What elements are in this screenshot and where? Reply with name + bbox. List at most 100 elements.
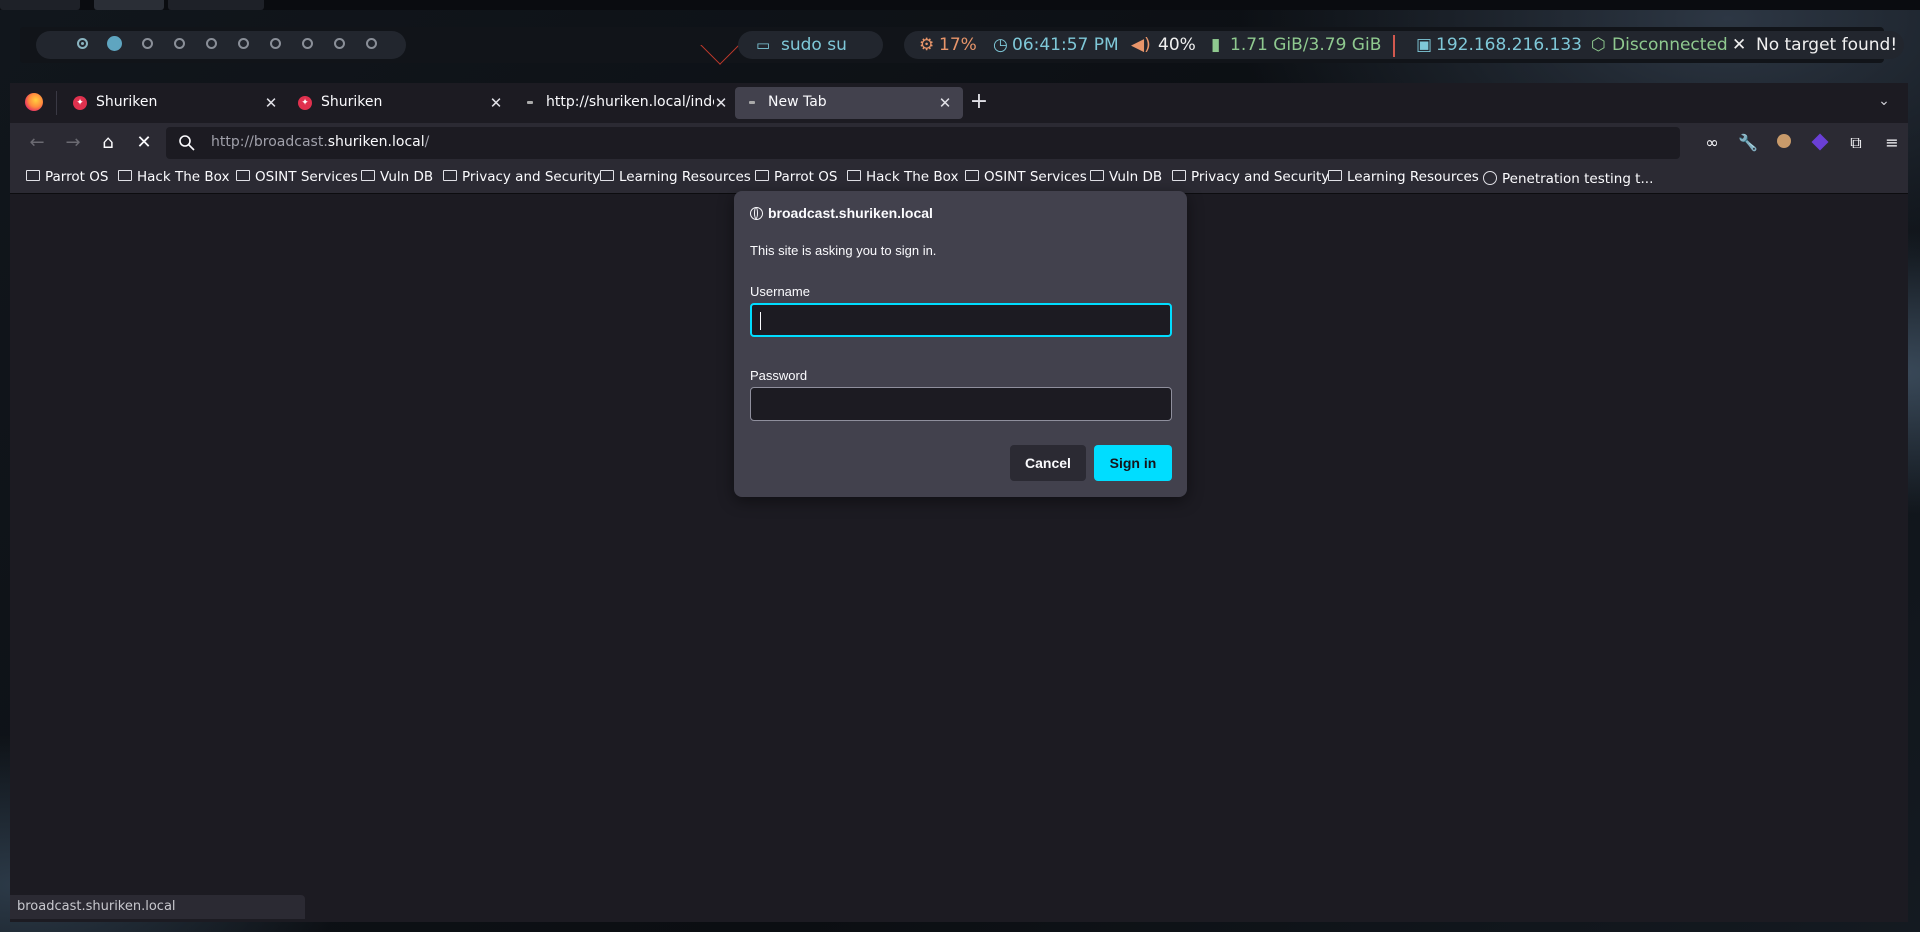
- workspace-1[interactable]: [77, 38, 88, 49]
- workspace-2[interactable]: [107, 36, 122, 51]
- wrench-icon[interactable]: 🔧: [1738, 133, 1758, 153]
- folder-icon: [600, 170, 614, 181]
- firefox-icon[interactable]: [25, 93, 43, 111]
- clock-time: 06:41:57 PM: [1012, 35, 1119, 55]
- tab-label: Shuriken: [321, 94, 383, 110]
- bookmark-folder[interactable]: Hack The Box: [118, 169, 229, 185]
- sign-in-button[interactable]: Sign in: [1094, 445, 1172, 481]
- tab-bar: ✦ Shuriken ✕ ✦ Shuriken ✕ http://shurike…: [10, 83, 1908, 123]
- window-title-tab[interactable]: [0, 0, 80, 10]
- tab-shuriken-2[interactable]: ✦ Shuriken ✕: [288, 87, 512, 119]
- folder-icon: [965, 170, 979, 181]
- close-tab-icon[interactable]: ✕: [935, 93, 955, 113]
- workspace-8[interactable]: [302, 38, 313, 49]
- parrot-logo-icon: [700, 25, 740, 65]
- workspace-7[interactable]: [270, 38, 281, 49]
- bookmark-folder[interactable]: Learning Resources: [1328, 169, 1479, 185]
- window-title-tab[interactable]: [168, 0, 264, 10]
- http-auth-dialog: broadcast.shuriken.local This site is as…: [734, 191, 1187, 497]
- bookmark-folder[interactable]: Privacy and Security: [1172, 169, 1329, 185]
- bookmark-link[interactable]: Penetration testing t...: [1483, 169, 1653, 187]
- window-title-strip: [0, 0, 1920, 10]
- workspace-3[interactable]: [142, 38, 153, 49]
- forward-button[interactable]: →: [61, 131, 85, 155]
- command-module[interactable]: ▭ sudo su: [738, 31, 883, 59]
- navigation-toolbar: ← → ⌂ ✕ http://broadcast.shuriken.local/…: [10, 123, 1908, 163]
- bookmark-label: Learning Resources: [619, 169, 751, 185]
- bookmark-label: OSINT Services: [984, 169, 1087, 185]
- globe-icon: [1483, 171, 1497, 185]
- list-tabs-chevron-icon[interactable]: ⌄: [1874, 93, 1894, 111]
- new-tab-button[interactable]: +: [968, 91, 990, 113]
- text-caret: [760, 312, 761, 330]
- target-status: No target found!: [1756, 35, 1898, 55]
- bookmarks-toolbar: Parrot OS Hack The Box OSINT Services Vu…: [10, 163, 1908, 194]
- bookmark-label: Privacy and Security: [1191, 169, 1330, 185]
- search-icon: [179, 135, 195, 151]
- url-text[interactable]: http://broadcast.shuriken.local/: [211, 134, 429, 150]
- bookmark-label: Hack The Box: [137, 169, 230, 185]
- workspace-6[interactable]: [238, 38, 249, 49]
- folder-icon: [26, 170, 40, 181]
- bookmark-folder[interactable]: Vuln DB: [1090, 169, 1162, 185]
- bookmark-folder[interactable]: OSINT Services: [236, 169, 358, 185]
- folder-icon: [361, 170, 375, 181]
- command-text: sudo su: [781, 35, 847, 55]
- close-tab-icon[interactable]: ✕: [486, 93, 506, 113]
- bookmark-folder[interactable]: Privacy and Security: [443, 169, 600, 185]
- folder-icon: [1090, 170, 1104, 181]
- stop-loading-button[interactable]: ✕: [132, 131, 156, 155]
- bookmark-label: OSINT Services: [255, 169, 358, 185]
- system-info-group: ⚙ 17% ◷ 06:41:57 PM ◀) 40% ▮ 1.71 GiB/3.…: [883, 31, 1904, 59]
- private-mask-icon[interactable]: ∞: [1702, 133, 1722, 153]
- url-prefix: http://broadcast.: [211, 134, 328, 150]
- extensions-icon[interactable]: ⧉: [1846, 133, 1866, 153]
- close-tab-icon[interactable]: ✕: [711, 93, 731, 113]
- workspace-4[interactable]: [174, 38, 185, 49]
- separator: [1393, 35, 1395, 57]
- bookmark-label: Parrot OS: [774, 169, 838, 185]
- back-button[interactable]: ←: [25, 131, 49, 155]
- tab-shuriken-1[interactable]: ✦ Shuriken ✕: [63, 87, 287, 119]
- loading-icon: [749, 101, 755, 104]
- bookmark-label: Vuln DB: [380, 169, 434, 185]
- workspace-9[interactable]: [334, 38, 345, 49]
- shuriken-icon: ✦: [298, 96, 312, 110]
- loading-icon: [527, 101, 533, 104]
- wappalyzer-icon[interactable]: [1810, 133, 1830, 153]
- username-field[interactable]: [750, 303, 1172, 337]
- close-tab-icon[interactable]: ✕: [261, 93, 281, 113]
- folder-icon: [118, 170, 132, 181]
- bookmark-folder[interactable]: Learning Resources: [600, 169, 751, 185]
- ip-address: 192.168.216.133: [1436, 35, 1583, 55]
- workspace-10[interactable]: [366, 38, 377, 49]
- bookmark-folder[interactable]: OSINT Services: [965, 169, 1087, 185]
- folder-icon: [1328, 170, 1342, 181]
- url-host: shuriken.local: [327, 134, 425, 150]
- tab-new-tab[interactable]: New Tab ✕: [735, 87, 963, 119]
- tab-shuriken-index[interactable]: http://shuriken.local/index ✕: [513, 87, 737, 119]
- tab-label: Shuriken: [96, 94, 158, 110]
- window-title-tab[interactable]: [94, 0, 164, 10]
- cpu-icon: ⚙: [919, 35, 935, 55]
- vpn-icon: ⬡: [1591, 35, 1606, 55]
- home-button[interactable]: ⌂: [96, 131, 120, 155]
- bookmark-folder[interactable]: Parrot OS: [755, 169, 837, 185]
- password-field[interactable]: [750, 387, 1172, 421]
- shuriken-icon: ✦: [73, 96, 87, 110]
- dialog-host: broadcast.shuriken.local: [768, 205, 933, 221]
- status-bar: ▭ sudo su ⚙ 17% ◷ 06:41:57 PM ◀) 40% ▮ 1…: [20, 25, 1904, 65]
- globe-icon: [750, 207, 763, 220]
- bookmark-label: Privacy and Security: [462, 169, 601, 185]
- menu-icon[interactable]: ≡: [1882, 133, 1902, 153]
- workspace-5[interactable]: [206, 38, 217, 49]
- cookie-extension-icon[interactable]: [1774, 133, 1794, 153]
- url-bar[interactable]: http://broadcast.shuriken.local/: [166, 127, 1680, 159]
- bookmark-folder[interactable]: Hack The Box: [847, 169, 958, 185]
- tab-label: New Tab: [768, 94, 827, 110]
- bookmark-folder[interactable]: Parrot OS: [26, 169, 108, 185]
- bookmark-folder[interactable]: Vuln DB: [361, 169, 433, 185]
- cancel-button[interactable]: Cancel: [1010, 445, 1086, 481]
- url-suffix: /: [424, 134, 430, 150]
- workspace-switcher: [36, 31, 406, 59]
